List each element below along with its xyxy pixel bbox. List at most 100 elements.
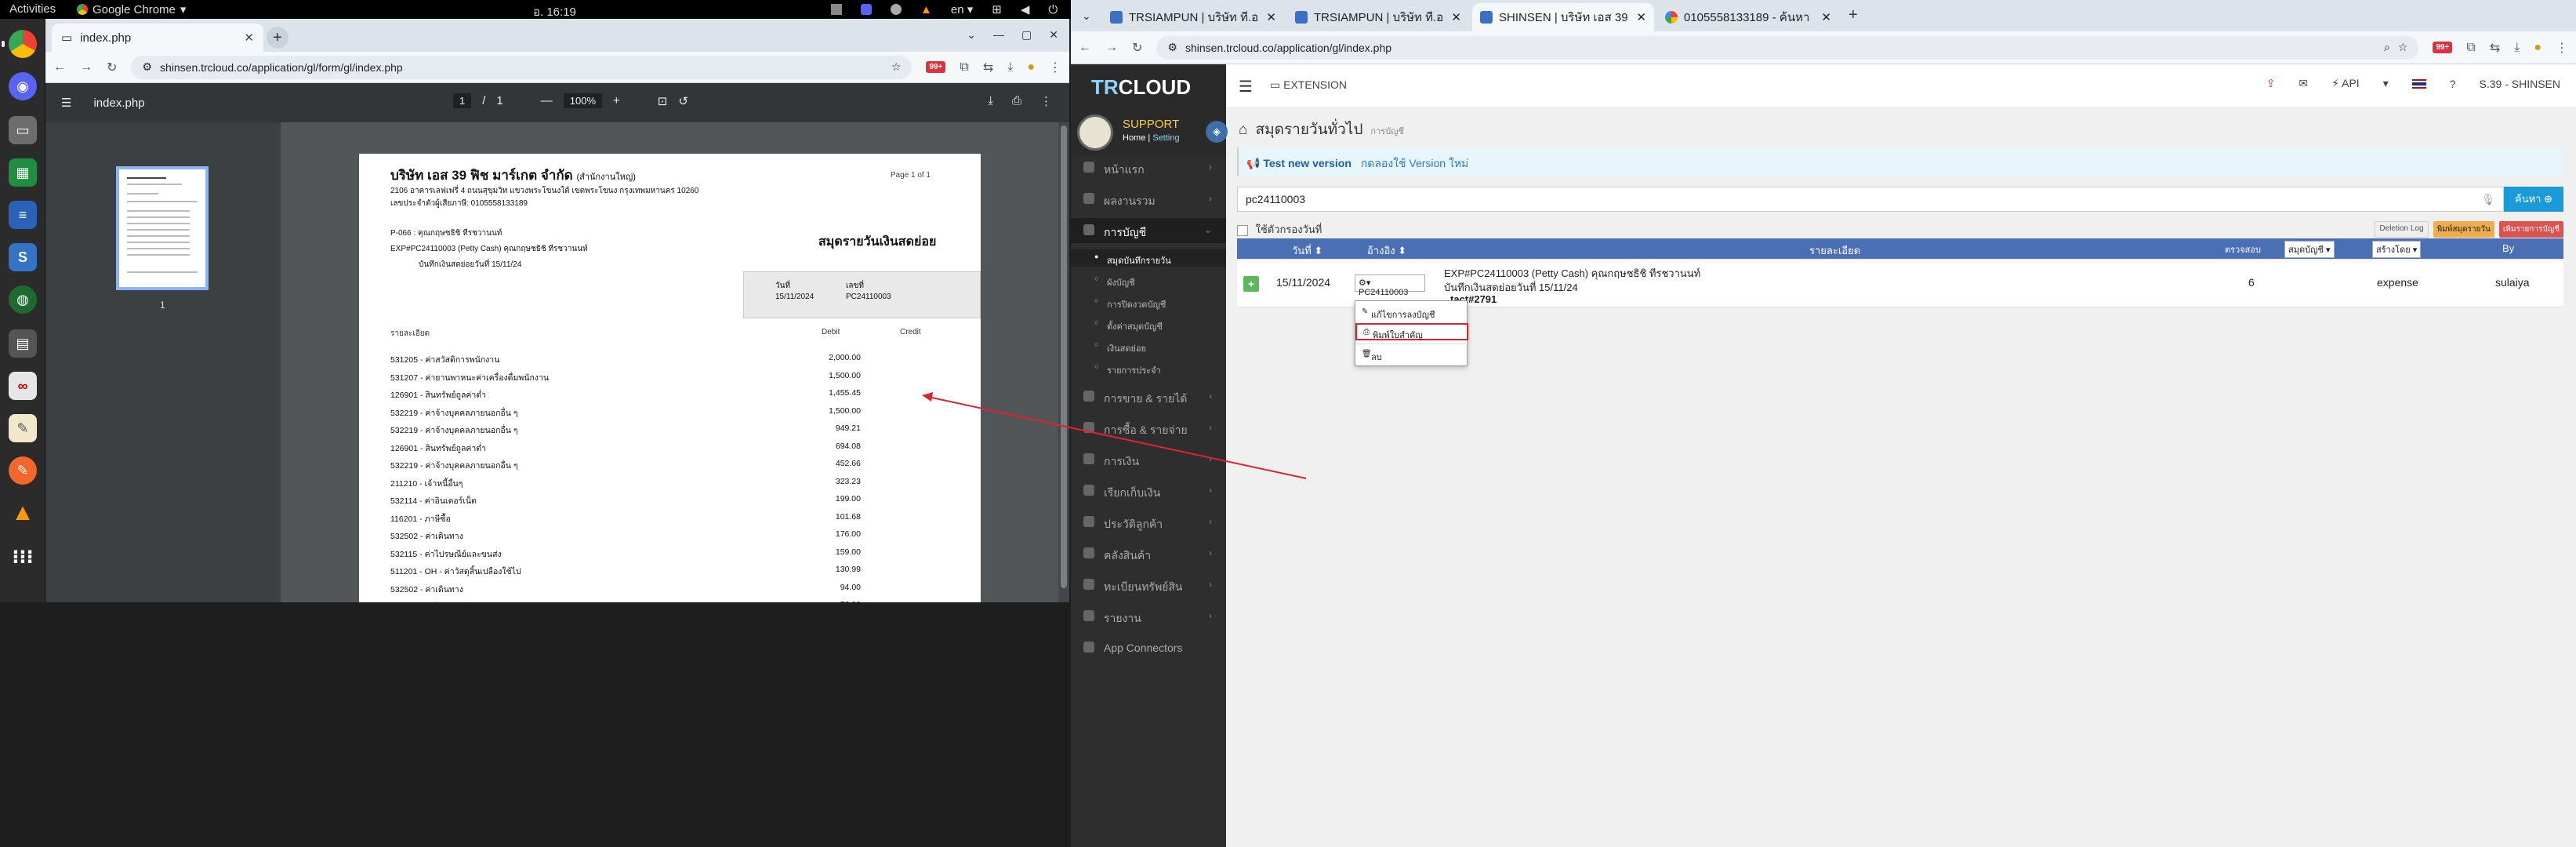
home-link[interactable]: Home <box>1123 133 1145 143</box>
site-info-icon[interactable]: ⚙ <box>1167 41 1177 54</box>
extension-button[interactable]: ▭ EXTENSION <box>1270 78 1347 92</box>
back-icon[interactable]: ← <box>1079 41 1091 55</box>
profile-icon[interactable]: ● <box>2534 41 2542 55</box>
extension-badge[interactable]: 99+ <box>926 61 946 73</box>
dock-discord-icon[interactable]: ◉ <box>9 72 37 100</box>
close-tab-icon[interactable]: ✕ <box>1451 10 1461 24</box>
deletion-log-button[interactable]: Deletion Log <box>2375 221 2429 238</box>
company-switcher[interactable]: S.39 - SHINSEN <box>2480 78 2560 90</box>
more-options-icon[interactable]: ⋮ <box>1040 94 1052 108</box>
download-icon[interactable]: ⤓ <box>988 94 993 108</box>
column-ref[interactable]: อ้างอิง ⬍ <box>1367 242 1406 259</box>
dock-pdf-icon[interactable]: ∞ <box>9 372 37 400</box>
app-menu[interactable]: Google Chrome ▾ <box>77 2 186 16</box>
close-tab-icon[interactable]: ✕ <box>1636 10 1646 24</box>
dock-paint-icon[interactable]: ✎ <box>9 456 37 485</box>
activities-button[interactable]: Activities <box>9 2 56 16</box>
sidebar-item[interactable]: ทะเบียนทรัพย์สิน › <box>1071 573 1226 598</box>
sidebar-subitem[interactable]: สมุดบันทึกรายวัน <box>1071 249 1226 267</box>
print-journal-button[interactable]: พิมพ์สมุดรายวัน <box>2433 221 2494 238</box>
tab-shinsen[interactable]: SHINSEN | บริษัท เอส 39 ✕ <box>1472 3 1654 31</box>
extensions-icon[interactable]: ⧉ <box>960 60 968 75</box>
zoom-in-icon[interactable]: + <box>613 94 620 107</box>
back-icon[interactable]: ← <box>53 60 66 75</box>
dropdown-icon[interactable]: ▾ <box>2383 77 2389 90</box>
tab-trsiampun-2[interactable]: TRSIAMPUN | บริษัท ที.อ ✕ <box>1287 3 1469 31</box>
cast-icon[interactable]: ⇆ <box>983 60 993 75</box>
bookmark-star-icon[interactable]: ☆ <box>891 60 902 74</box>
row-action-dropdown[interactable]: ⚙▾ PC24110003 <box>1355 274 1425 297</box>
dock-text-editor-icon[interactable]: ✎ <box>9 414 37 442</box>
maximize-icon[interactable]: ▢ <box>1021 28 1032 42</box>
reload-icon[interactable]: ↻ <box>1132 40 1142 56</box>
sidebar-subitem[interactable]: ตั้งค่าสมุดบัญชี <box>1071 315 1226 333</box>
dock-globe-icon[interactable]: ◍ <box>9 285 37 314</box>
zoom-level-input[interactable]: 100% <box>563 93 602 108</box>
database-icon[interactable]: ◈ <box>1206 121 1228 143</box>
fit-page-icon[interactable]: ⊡ <box>658 94 668 108</box>
trcloud-logo[interactable]: TRCLOUD <box>1071 64 1226 108</box>
close-tab-icon[interactable]: ✕ <box>1266 10 1276 24</box>
sidebar-subitem[interactable]: เงินสดย่อย <box>1071 337 1226 354</box>
add-entry-button[interactable]: เพิ่มรายการบัญชี <box>2498 221 2563 238</box>
cast-icon[interactable]: ⇆ <box>2490 40 2500 56</box>
sidebar-item[interactable]: รายงาน › <box>1071 604 1226 629</box>
tab-search-icon[interactable]: ⌄ <box>1082 9 1091 23</box>
sidebar-item[interactable]: การเงิน › <box>1071 447 1226 472</box>
sidebar-subitem[interactable]: ผังบัญชี <box>1071 271 1226 289</box>
page-number-input[interactable]: 1 <box>453 93 472 108</box>
download-icon[interactable]: ⤓ <box>2514 41 2520 55</box>
tray-chrome-icon[interactable] <box>891 4 902 15</box>
thai-flag-icon[interactable] <box>2411 78 2426 89</box>
show-apps-icon[interactable]: ⁝⁝⁝ <box>9 543 37 571</box>
tab-google-search[interactable]: 0105558133189 - ค้นหา ✕ <box>1657 3 1839 31</box>
pdf-scrollbar[interactable] <box>1058 122 1069 602</box>
sidebar-item[interactable]: App Connectors <box>1071 635 1226 660</box>
tray-discord-icon[interactable] <box>861 4 872 15</box>
close-tab-icon[interactable]: ✕ <box>244 31 254 45</box>
volume-icon[interactable]: ◀ <box>1021 2 1030 16</box>
sidebar-menu-icon[interactable]: ☰ <box>61 96 71 110</box>
setting-link[interactable]: Setting <box>1152 133 1179 143</box>
upload-icon[interactable]: ⇪ <box>2266 77 2276 90</box>
delete-menu-item[interactable]: 🗑 ลบ <box>1355 347 1468 364</box>
download-icon[interactable]: ⤓ <box>1007 60 1013 75</box>
edit-entry-menu-item[interactable]: ✎ แก้ไขการลงบัญชี <box>1355 304 1468 322</box>
search-input[interactable]: pc24110003 🎙 <box>1237 187 2504 212</box>
power-icon[interactable]: ⏻ <box>1048 3 1058 16</box>
extensions-icon[interactable]: ⧉ <box>2466 41 2475 55</box>
scrollbar-thumb[interactable] <box>1061 125 1067 588</box>
dock-files-icon[interactable]: ▭ <box>9 116 37 144</box>
network-icon[interactable]: ⊞ <box>992 2 1002 16</box>
profile-icon[interactable]: ● <box>1027 60 1035 75</box>
address-bar[interactable]: ⚙ shinsen.trcloud.co/application/gl/form… <box>131 55 912 79</box>
sidebar-item[interactable]: การซื้อ & รายจ่าย › <box>1071 416 1226 441</box>
menu-kebab-icon[interactable]: ⋮ <box>2556 40 2568 56</box>
tray-app-icon[interactable] <box>831 4 842 15</box>
address-bar[interactable]: ⚙ shinsen.trcloud.co/application/gl/inde… <box>1156 35 2419 60</box>
search-button[interactable]: ค้นหา ⊕ <box>2504 187 2563 212</box>
sidebar-item[interactable]: การขาย & รายได้ › <box>1071 384 1226 409</box>
hamburger-menu-icon[interactable]: ☰ <box>1239 77 1253 96</box>
page-thumbnail[interactable] <box>116 166 209 290</box>
dock-chrome-icon[interactable] <box>2 30 37 58</box>
rotate-icon[interactable]: ↺ <box>678 94 688 108</box>
sidebar-item[interactable]: หน้าแรก › <box>1071 155 1226 180</box>
sidebar-item[interactable]: ประวัติลูกค้า › <box>1071 510 1226 535</box>
site-info-icon[interactable]: ⚙ <box>142 60 152 74</box>
forward-icon[interactable]: → <box>80 60 93 75</box>
print-voucher-menu-item[interactable]: ⎙ พิมพ์ใบสำคัญ <box>1355 323 1468 340</box>
try-new-version-link[interactable]: กดลองใช้ Version ใหม่ <box>1361 157 1469 169</box>
zoom-out-icon[interactable]: — <box>541 94 553 107</box>
dock-calculator-icon[interactable]: ▤ <box>9 329 37 358</box>
dock-vlc-icon[interactable]: ▲ <box>9 499 37 527</box>
sidebar-item[interactable]: การบัญชี ⌄ <box>1071 218 1226 243</box>
sidebar-item[interactable]: คลังสินค้า › <box>1071 541 1226 566</box>
help-icon[interactable]: ? <box>2450 78 2456 90</box>
bookmark-star-icon[interactable]: ☆ <box>2398 41 2408 54</box>
close-tab-icon[interactable]: ✕ <box>1821 10 1831 24</box>
creator-filter-select[interactable]: สร้างโดย ▾ <box>2372 241 2422 258</box>
microphone-icon[interactable]: 🎙 <box>2481 193 2495 206</box>
minimize-icon[interactable]: — <box>993 28 1004 42</box>
vlc-icon[interactable]: ▲ <box>920 3 932 16</box>
